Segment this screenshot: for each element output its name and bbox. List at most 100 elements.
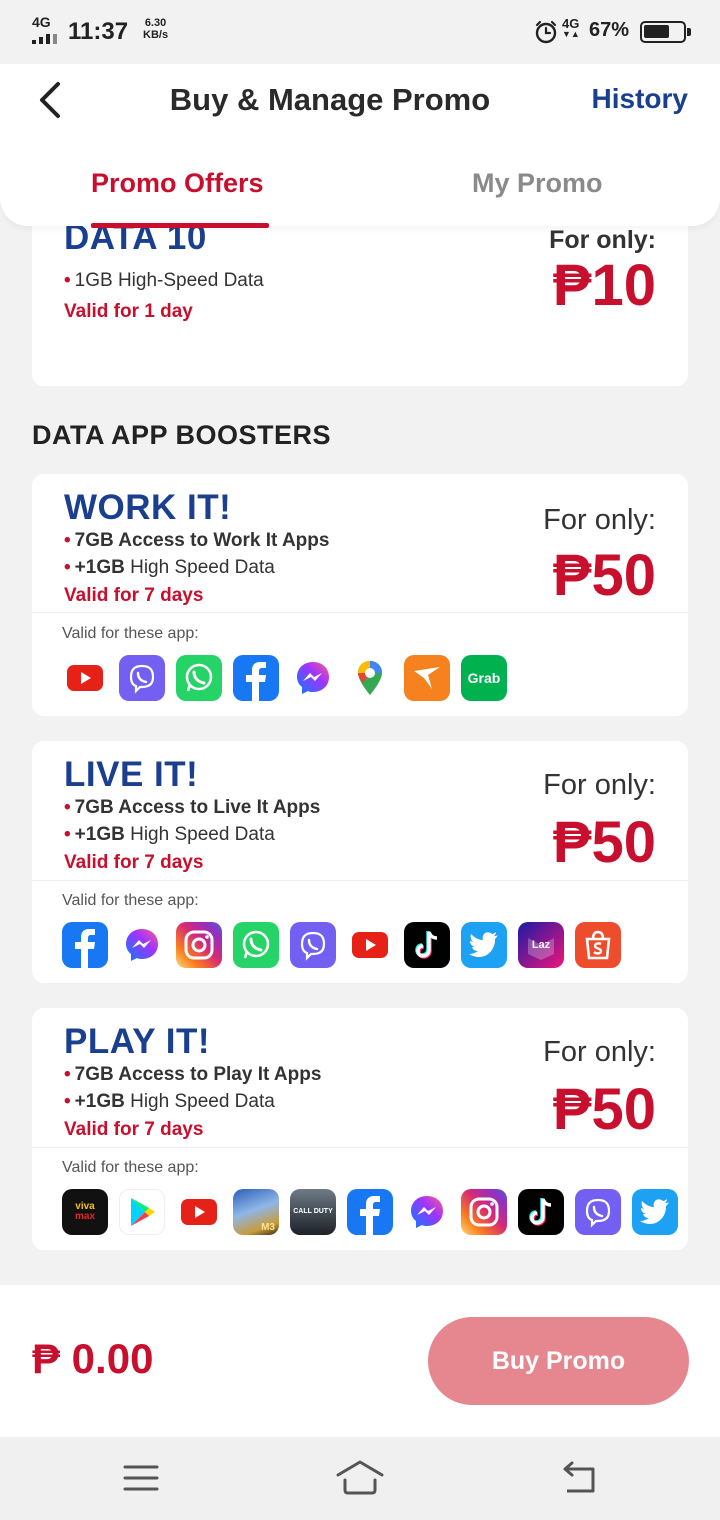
tiktok-icon — [404, 922, 450, 968]
signal-icon: 4G — [30, 14, 60, 44]
app-list: Grab — [62, 655, 507, 701]
for-only-label: For only: — [543, 769, 656, 801]
section-title: DATA APP BOOSTERS — [32, 420, 332, 450]
grab-label: Grab — [467, 670, 501, 686]
promo-validity: Valid for 7 days — [64, 852, 204, 873]
whatsapp-icon — [176, 655, 222, 701]
call-of-duty-label: CALL DUTY — [293, 1208, 333, 1215]
shopee-icon — [575, 922, 621, 968]
vivamax-icon: viva max — [62, 1189, 108, 1235]
home-icon[interactable] — [336, 1459, 384, 1495]
google-play-icon — [119, 1189, 165, 1235]
instagram-icon — [176, 922, 222, 968]
app-header: Buy & Manage Promo History Promo Offers … — [0, 64, 720, 228]
mobile-legends-icon: M3 — [233, 1189, 279, 1235]
promo-line: • +1GB High Speed Data — [64, 1091, 275, 1112]
twitter-icon — [632, 1189, 678, 1235]
app-list: Laz — [62, 922, 621, 968]
facebook-icon — [233, 655, 279, 701]
promo-line: • 7GB Access to Work It Apps — [64, 530, 330, 551]
buy-promo-button[interactable]: Buy Promo — [428, 1317, 689, 1405]
for-only-label: For only: — [549, 226, 656, 254]
promo-line: • +1GB High Speed Data — [64, 557, 275, 578]
promo-price: ₱10 — [552, 253, 656, 318]
app-list: viva max M3 CALL DUTY — [62, 1189, 678, 1235]
viber-icon — [119, 655, 165, 701]
speed-unit: KB/s — [143, 29, 169, 41]
promo-line: • 7GB Access to Live It Apps — [64, 797, 321, 818]
promo-validity: Valid for 1 day — [64, 301, 193, 322]
promo-line-text: 7GB Access to Play It Apps — [74, 1064, 322, 1085]
page-title: Buy & Manage Promo — [169, 82, 491, 117]
promo-line: • 1GB High-Speed Data — [64, 270, 264, 291]
menu-icon[interactable] — [123, 1461, 159, 1495]
promo-line-text: 7GB Access to Live It Apps — [74, 797, 321, 818]
viber-icon — [575, 1189, 621, 1235]
promo-line-text: High Speed Data — [124, 1091, 275, 1112]
for-only-label: For only: — [543, 1036, 656, 1068]
network-speed: 6.30 KB/s — [143, 17, 168, 41]
divider — [32, 612, 688, 613]
promo-line-text: High Speed Data — [124, 824, 275, 845]
messenger-icon — [290, 655, 336, 701]
work-it-card[interactable]: WORK IT! • 7GB Access to Work It Apps • +1… — [32, 474, 688, 716]
call-of-duty-icon: CALL DUTY — [290, 1189, 336, 1235]
grab-icon: Grab — [461, 655, 507, 701]
promo-name: WORK IT! — [64, 488, 232, 527]
promo-line: • 7GB Access to Play It Apps — [64, 1064, 322, 1085]
tab-my-promo[interactable]: My Promo — [472, 168, 603, 199]
promo-line-text: 1GB High-Speed Data — [74, 270, 264, 291]
promo-name: LIVE IT! — [64, 755, 199, 794]
instagram-icon — [461, 1189, 507, 1235]
youtube-icon — [347, 922, 393, 968]
network-type: 4G — [32, 14, 51, 30]
alarm-icon — [535, 20, 557, 44]
promo-line-bold: +1GB — [74, 557, 125, 578]
facebook-icon — [62, 922, 108, 968]
active-tab-indicator — [91, 223, 269, 228]
battery-percent: 67% — [589, 19, 630, 41]
youtube-icon — [62, 655, 108, 701]
apps-label: Valid for these app: — [62, 1159, 199, 1176]
status-bar: 4G 11:37 6.30 KB/s 4G ▼▲ 67% — [0, 0, 720, 64]
checkout-bar: ₱ 0.00 Buy Promo — [0, 1285, 720, 1437]
apps-label: Valid for these app: — [62, 625, 199, 642]
tab-promo-offers[interactable]: Promo Offers — [91, 168, 264, 199]
play-it-card[interactable]: PLAY IT! • 7GB Access to Play It Apps • +1… — [32, 1008, 688, 1250]
promo-price: ₱50 — [552, 543, 656, 608]
total-amount: ₱ 0.00 — [32, 1335, 154, 1382]
lalamove-icon — [404, 655, 450, 701]
live-it-card[interactable]: LIVE IT! • 7GB Access to Live It Apps • +1… — [32, 741, 688, 983]
back-icon[interactable] — [561, 1461, 597, 1495]
twitter-icon — [461, 922, 507, 968]
lazada-icon: Laz — [518, 922, 564, 968]
messenger-icon — [404, 1189, 450, 1235]
messenger-icon — [119, 922, 165, 968]
promo-line-text: 7GB Access to Work It Apps — [74, 530, 330, 551]
promo-line-bold: +1GB — [74, 824, 125, 845]
promo-line-bold: +1GB — [74, 1091, 125, 1112]
for-only-label: For only: — [543, 504, 656, 536]
divider — [32, 880, 688, 881]
promo-validity: Valid for 7 days — [64, 1119, 204, 1140]
youtube-icon — [176, 1189, 222, 1235]
promo-price: ₱50 — [552, 1077, 656, 1142]
mobile-legends-label: M3 — [261, 1222, 275, 1233]
vivamax-bottom: max — [74, 1211, 95, 1222]
tiktok-icon — [518, 1189, 564, 1235]
promo-price: ₱50 — [552, 810, 656, 875]
system-nav-bar — [0, 1437, 720, 1520]
speed-value: 6.30 — [144, 17, 167, 29]
network-type-2: 4G ▼▲ — [562, 16, 580, 39]
promo-name: PLAY IT! — [64, 1022, 210, 1061]
clock: 11:37 — [68, 18, 129, 45]
google-maps-icon — [347, 655, 393, 701]
history-link[interactable]: History — [592, 83, 688, 115]
promo-validity: Valid for 7 days — [64, 585, 204, 606]
lazada-label: Laz — [531, 939, 551, 951]
whatsapp-icon — [233, 922, 279, 968]
viber-icon — [290, 922, 336, 968]
divider — [32, 1147, 688, 1148]
facebook-icon — [347, 1189, 393, 1235]
promo-line: • +1GB High Speed Data — [64, 824, 275, 845]
